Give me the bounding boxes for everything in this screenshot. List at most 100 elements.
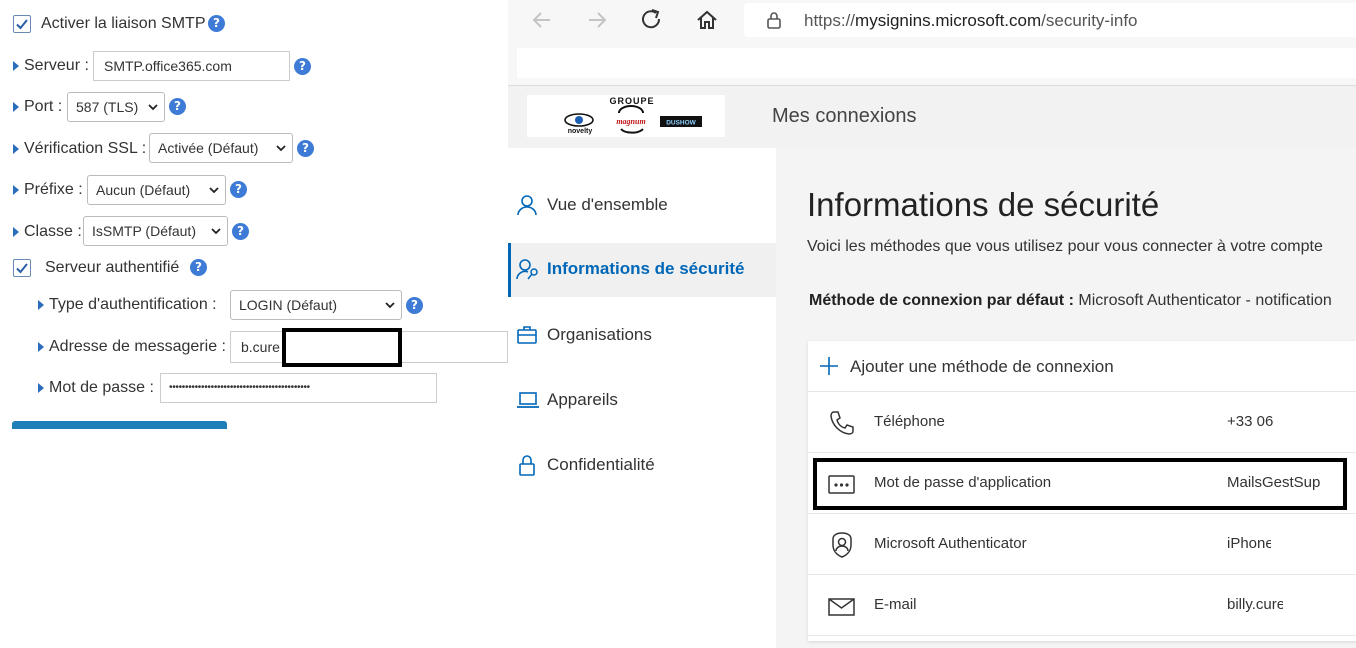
help-icon[interactable]: ? (230, 181, 247, 198)
reload-button[interactable] (636, 6, 668, 34)
prefix-select-value: Aucun (Défaut) (96, 182, 191, 198)
lock-icon (767, 12, 781, 29)
url-path: /security-info (1041, 11, 1138, 30)
browser-window: https://mysignins.microsoft.com/security… (508, 0, 1356, 648)
authenticated-server-label: Serveur authentifié (45, 259, 180, 276)
authenticator-icon (832, 532, 852, 558)
back-button[interactable] (526, 6, 558, 34)
bullet-triangle-icon (13, 144, 19, 154)
class-label: Classe : (24, 223, 82, 240)
ssl-label: Vérification SSL : (24, 140, 147, 157)
bullet-triangle-icon (13, 185, 19, 195)
phone-icon (830, 411, 854, 435)
logo-brand-novelty: novelty (568, 128, 593, 135)
plus-icon (820, 357, 838, 375)
method-row-email[interactable]: E-mail billy.cure (808, 575, 1356, 636)
chevron-down-icon (148, 104, 158, 111)
mail-icon (828, 598, 855, 616)
server-input[interactable]: SMTP.office365.com (93, 51, 290, 81)
bullet-triangle-icon (38, 383, 44, 393)
class-select[interactable]: IsSMTP (Défaut) (83, 216, 228, 246)
sidebar-item-label: Vue d'ensemble (547, 195, 668, 214)
method-value: iPhone (1227, 535, 1271, 552)
help-icon[interactable]: ? (294, 58, 311, 75)
port-select-value: 587 (TLS) (76, 99, 139, 115)
arrow-right-icon (589, 12, 607, 28)
chevron-down-icon (276, 145, 286, 152)
sidebar-item-label: Confidentialité (547, 455, 655, 474)
method-name: Microsoft Authenticator (874, 535, 1027, 552)
password-dots-icon (828, 475, 855, 494)
redaction-box (282, 328, 402, 367)
bullet-triangle-icon (38, 300, 44, 310)
sidebar-item-overview[interactable]: Vue d'ensemble (508, 179, 776, 233)
prefix-select[interactable]: Aucun (Défaut) (87, 175, 226, 205)
port-select[interactable]: 587 (TLS) (67, 92, 165, 122)
home-icon (697, 10, 717, 29)
home-button[interactable] (691, 6, 723, 34)
page-description: Voici les méthodes que vous utilisez pou… (807, 238, 1323, 255)
bullet-triangle-icon (13, 61, 19, 71)
favorites-bar (517, 48, 1356, 78)
method-name: Mot de passe d'application (874, 474, 1052, 491)
method-row-phone[interactable]: Téléphone +33 06 (808, 392, 1356, 453)
save-button[interactable] (12, 421, 227, 429)
server-label: Serveur : (24, 57, 89, 74)
default-method-label: Méthode de connexion par défaut : (809, 292, 1074, 309)
bullet-triangle-icon (38, 342, 44, 352)
enable-smtp-label: Activer la liaison SMTP (41, 15, 206, 32)
person-icon (517, 195, 537, 216)
briefcase-icon (517, 326, 537, 344)
forward-button[interactable] (581, 6, 613, 34)
auth-type-label: Type d'authentification : (49, 296, 217, 313)
company-logo: GROUPE novelty magnum DUSHOW (527, 95, 725, 137)
email-label: Adresse de messagerie : (49, 338, 226, 355)
arrow-left-icon (532, 12, 550, 28)
sidebar-item-privacy[interactable]: Confidentialité (508, 439, 776, 493)
method-row-authenticator[interactable]: Microsoft Authenticator iPhone (808, 514, 1356, 575)
help-icon[interactable]: ? (208, 15, 225, 32)
chevron-down-icon (211, 228, 221, 235)
add-method-label: Ajouter une méthode de connexion (850, 357, 1114, 376)
prefix-label: Préfixe : (24, 181, 83, 198)
sidebar-nav: Vue d'ensemble Informations de sécurité … (508, 148, 776, 648)
sidebar-item-security-info[interactable]: Informations de sécurité (508, 243, 776, 297)
add-method-button[interactable]: Ajouter une méthode de connexion (808, 341, 1356, 392)
enable-smtp-checkbox[interactable] (13, 15, 31, 33)
sidebar-item-label: Appareils (547, 390, 618, 409)
url-prefix: https:// (804, 11, 856, 30)
help-icon[interactable]: ? (297, 140, 314, 157)
help-icon[interactable]: ? (190, 259, 207, 276)
password-label: Mot de passe : (49, 379, 154, 396)
sidebar-item-label: Informations de sécurité (547, 259, 745, 278)
help-icon[interactable]: ? (406, 297, 423, 314)
url-host: mysignins.microsoft.com (855, 11, 1042, 30)
person-key-icon (516, 259, 538, 280)
auth-type-select[interactable]: LOGIN (Défaut) (230, 290, 402, 320)
laptop-icon (517, 392, 539, 408)
sidebar-item-devices[interactable]: Appareils (508, 374, 776, 428)
address-bar[interactable]: https://mysignins.microsoft.com/security… (744, 3, 1356, 37)
refresh-icon (642, 9, 661, 29)
app-header: GROUPE novelty magnum DUSHOW Mes connexi… (508, 86, 1356, 148)
method-value: MailsGestSup (1227, 474, 1321, 491)
chevron-down-icon (209, 187, 219, 194)
active-indicator (508, 243, 511, 297)
help-icon[interactable]: ? (169, 98, 186, 115)
ssl-select[interactable]: Activée (Défaut) (149, 133, 293, 163)
sign-in-methods-list: Ajouter une méthode de connexion Télépho… (808, 341, 1356, 641)
method-name: Téléphone (874, 413, 945, 430)
password-input[interactable]: ••••••••••••••••••••••••••••••••••••••••… (160, 373, 437, 403)
class-select-value: IsSMTP (Défaut) (92, 223, 196, 239)
sidebar-item-organizations[interactable]: Organisations (508, 309, 776, 363)
authenticated-server-checkbox[interactable] (13, 259, 31, 277)
url-text: https://mysignins.microsoft.com/security… (804, 11, 1138, 31)
logo-group-text: GROUPE (609, 96, 654, 106)
browser-toolbar: https://mysignins.microsoft.com/security… (508, 0, 1356, 86)
method-row-app-password[interactable]: Mot de passe d'application MailsGestSup (808, 453, 1356, 514)
auth-type-select-value: LOGIN (Défaut) (239, 297, 338, 313)
method-value: +33 06 (1227, 413, 1274, 430)
smtp-settings-panel: Activer la liaison SMTP ? Serveur : SMTP… (0, 0, 508, 648)
help-icon[interactable]: ? (232, 223, 249, 240)
logo-brand-magnum: magnum (616, 117, 645, 126)
